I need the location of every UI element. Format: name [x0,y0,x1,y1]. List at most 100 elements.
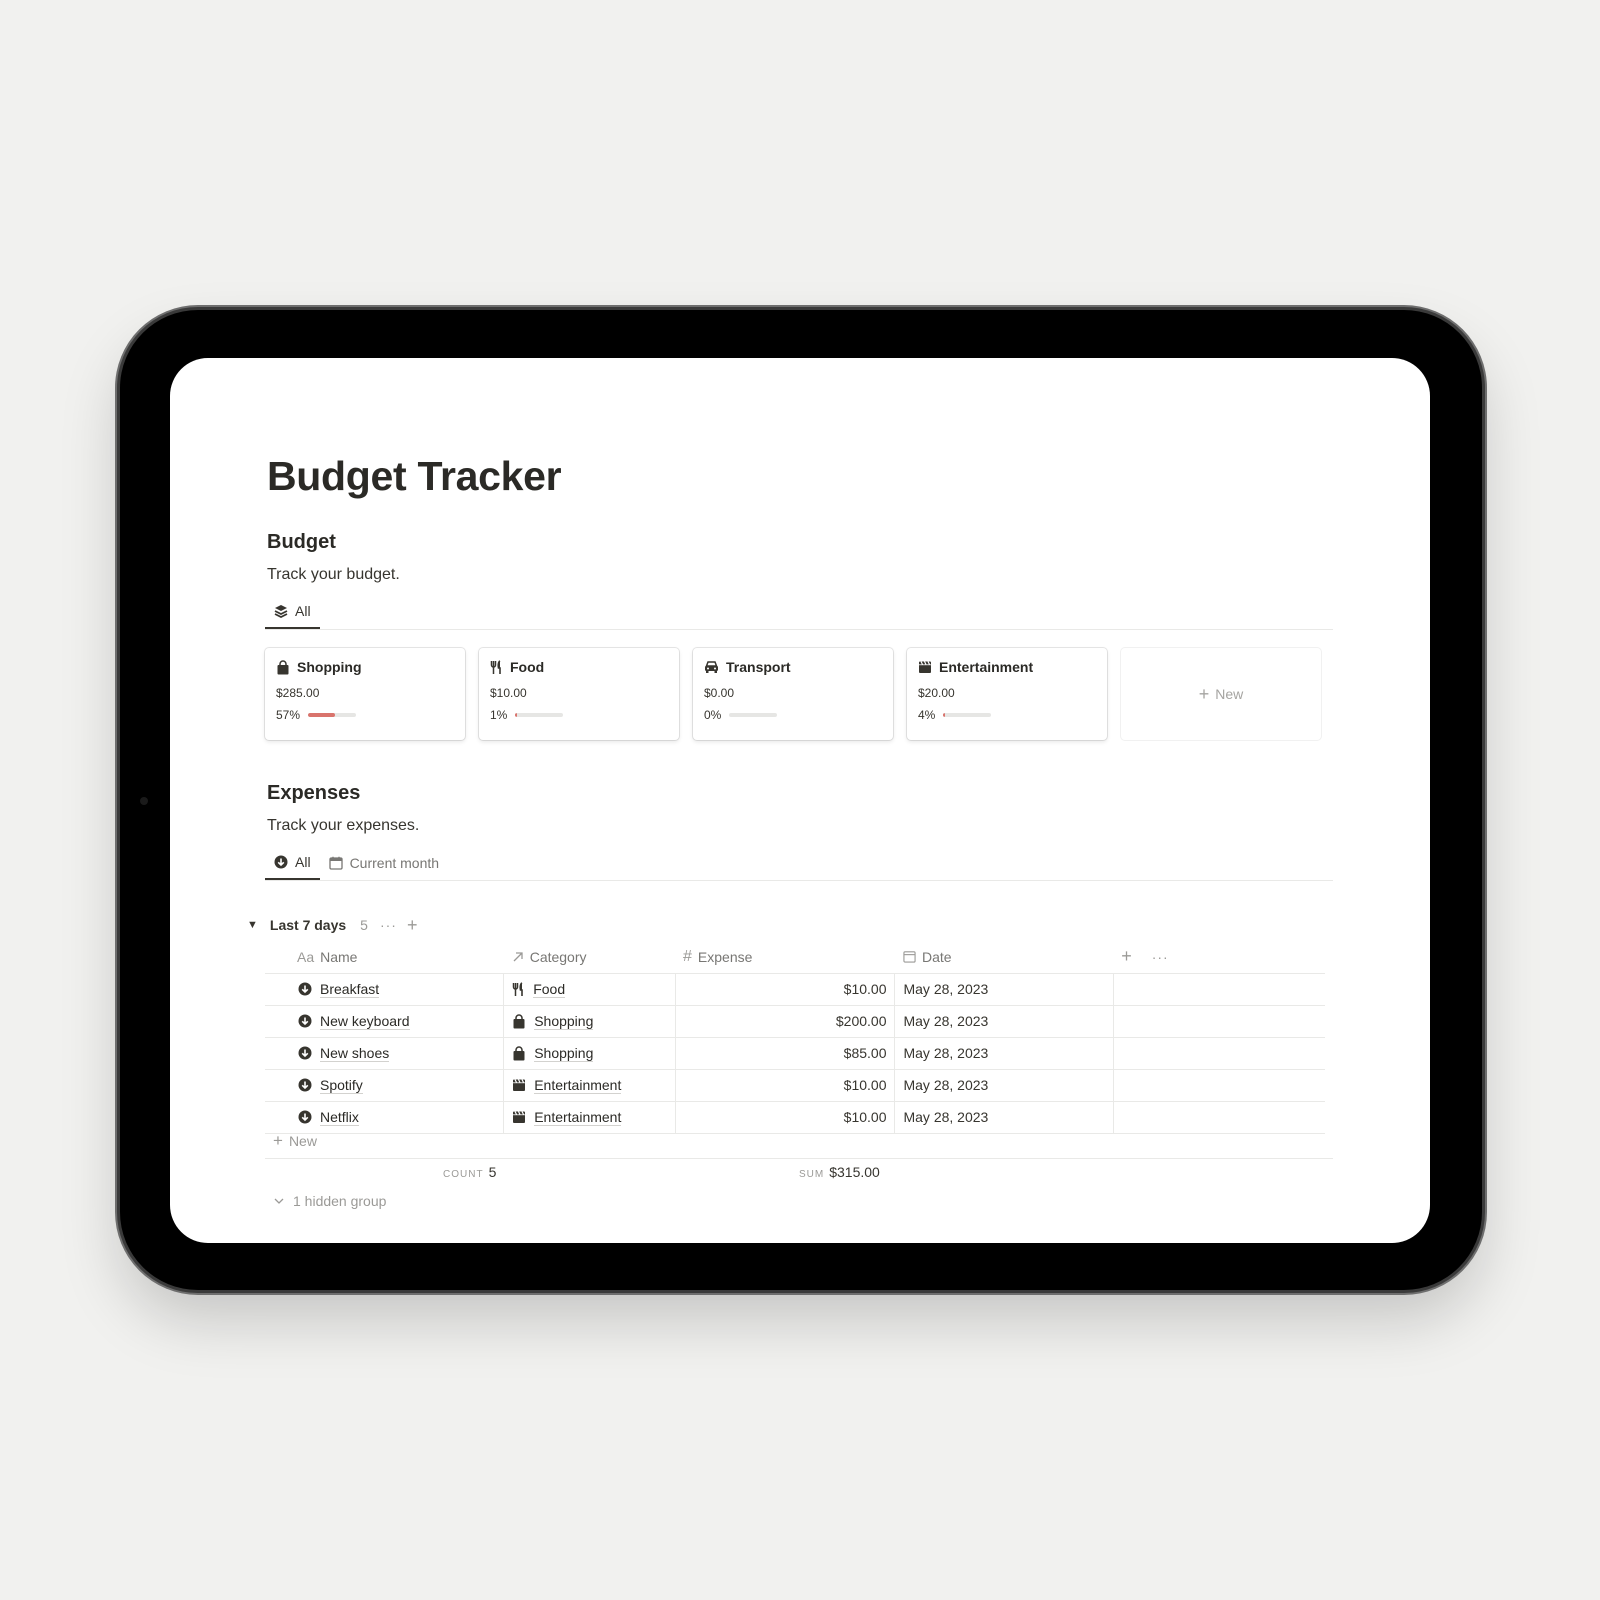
budget-heading: Budget [267,531,336,553]
text-type-icon: Aa [297,948,315,965]
clapperboard-icon [512,1110,526,1124]
table-row[interactable]: Breakfast Food $10.00 May 28, 2023 [265,973,1325,1006]
expense-cell[interactable]: $85.00 [674,1037,895,1070]
more-icon[interactable]: ··· [380,917,397,933]
add-column-icon[interactable]: + [1121,946,1132,967]
date-cell[interactable]: May 28, 2023 [894,1005,1114,1038]
row-name[interactable]: Netflix [320,1109,359,1126]
budget-card-food[interactable]: Food $10.00 1% [479,648,679,740]
column-header-category[interactable]: Category [503,941,676,974]
calc-value: $315.00 [829,1164,880,1180]
name-cell[interactable]: Breakfast [265,973,504,1006]
table-row[interactable]: New shoes Shopping $85.00 May 28, 2023 [265,1037,1325,1070]
card-title: Transport [726,659,791,675]
category-cell[interactable]: Shopping [503,1037,676,1070]
card-amount: $10.00 [490,686,527,700]
row-category[interactable]: Food [533,981,566,998]
group-name[interactable]: Last 7 days [270,917,346,933]
expense-cell[interactable]: $200.00 [674,1005,895,1038]
table-row[interactable]: Netflix Entertainment $10.00 May 28, 2023 [265,1101,1325,1134]
expense-cell[interactable]: $10.00 [674,1101,895,1134]
new-row-button[interactable]: + New [273,1131,317,1151]
hidden-groups-toggle[interactable]: 1 hidden group [273,1193,386,1209]
clapperboard-icon [512,1078,526,1092]
more-icon[interactable]: ··· [1152,949,1169,965]
row-name[interactable]: New shoes [320,1045,390,1062]
empty-cell[interactable] [1112,1069,1325,1102]
progress-bar [943,713,992,717]
new-card-button[interactable]: + New [1121,648,1321,740]
expenses-table: Aa Name Category # Expense Date + ··· Break… [265,941,1325,1134]
expense-cell[interactable]: $10.00 [674,973,895,1006]
camera-dot [140,797,148,805]
empty-cell[interactable] [1112,1005,1325,1038]
name-cell[interactable]: Netflix [265,1101,504,1134]
date-cell[interactable]: May 28, 2023 [894,973,1114,1006]
column-header-name[interactable]: Aa Name [265,941,504,974]
empty-cell[interactable] [1112,1037,1325,1070]
add-icon[interactable]: + [407,915,419,936]
calculation-divider [265,1158,1333,1159]
card-title: Shopping [297,659,362,675]
card-percent: 4% [918,708,936,722]
card-title: Entertainment [939,659,1034,675]
category-cell[interactable]: Shopping [503,1005,676,1038]
tab-current-month[interactable]: Current month [320,846,448,879]
date-cell[interactable]: May 28, 2023 [894,1101,1114,1134]
row-category[interactable]: Entertainment [534,1109,622,1126]
column-label: Date [921,948,952,965]
fork-knife-icon [512,981,525,997]
group-count: 5 [360,917,368,933]
date-cell[interactable]: May 28, 2023 [894,1069,1114,1102]
budget-card-shopping[interactable]: Shopping $285.00 57% [265,648,465,740]
column-label: Expense [697,948,753,965]
category-cell[interactable]: Entertainment [503,1101,676,1134]
progress-bar [308,713,357,717]
date-cell[interactable]: May 28, 2023 [894,1037,1114,1070]
expense-cell[interactable]: $10.00 [674,1069,895,1102]
tab-label: All [295,854,311,870]
row-name[interactable]: Breakfast [320,981,380,998]
progress-fill [943,713,946,717]
tab-expenses-all[interactable]: All [265,846,320,880]
row-category[interactable]: Shopping [534,1013,594,1030]
table-row[interactable]: Spotify Entertainment $10.00 May 28, 2023 [265,1069,1325,1102]
row-name[interactable]: Spotify [320,1077,363,1094]
table-row[interactable]: New keyboard Shopping $200.00 May 28, 2023 [265,1005,1325,1038]
name-cell[interactable]: New shoes [265,1037,504,1070]
column-header-actions: + ··· [1113,941,1325,974]
layers-icon [274,605,288,618]
name-cell[interactable]: New keyboard [265,1005,504,1038]
column-header-date[interactable]: Date [894,941,1114,974]
card-title: Food [510,659,545,675]
table-header-row: Aa Name Category # Expense Date + ··· [265,941,1325,974]
tab-label: All [295,603,311,619]
budget-card-entertainment[interactable]: Entertainment $20.00 4% [907,648,1107,740]
tab-budget-all[interactable]: All [265,595,320,629]
budget-cards: Shopping $285.00 57% Food $10.00 1% Tran… [265,648,1321,740]
calc-key: SUM [799,1169,825,1180]
sum-calculation[interactable]: SUM $315.00 [799,1164,880,1180]
category-cell[interactable]: Entertainment [503,1069,676,1102]
calc-key: COUNT [443,1169,484,1180]
card-percent: 57% [276,708,301,722]
card-amount: $20.00 [918,686,955,700]
shopping-bag-icon [277,659,289,674]
chevron-down-icon [274,1198,284,1204]
count-calculation[interactable]: COUNT 5 [443,1164,496,1180]
row-category[interactable]: Entertainment [534,1077,622,1094]
column-header-expense[interactable]: # Expense [675,941,895,974]
group-header: ▼ Last 7 days 5 ··· + [247,913,418,937]
empty-cell[interactable] [1112,973,1325,1006]
progress-bar [729,713,778,717]
empty-cell[interactable] [1112,1101,1325,1134]
row-category[interactable]: Shopping [534,1045,594,1062]
budget-card-transport[interactable]: Transport $0.00 0% [693,648,893,740]
budget-description: Track your budget. [267,566,400,583]
expenses-view-tabs: All Current month [265,846,1333,881]
new-card-label: New [1215,686,1244,702]
name-cell[interactable]: Spotify [265,1069,504,1102]
category-cell[interactable]: Food [503,973,676,1006]
collapse-triangle-icon[interactable]: ▼ [247,919,258,931]
row-name[interactable]: New keyboard [320,1013,410,1030]
